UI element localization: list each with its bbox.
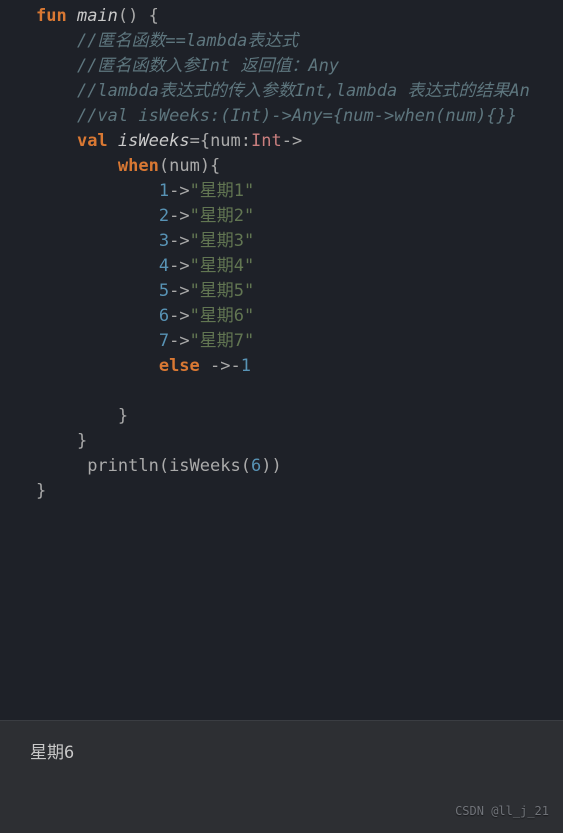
code-line: else ->-1 [0, 354, 563, 379]
code-line: println(isWeeks(6)) [0, 454, 563, 479]
code-line: when(num){ [0, 154, 563, 179]
code-comment: //val isWeeks:(Int)->Any={num->when(num)… [0, 104, 563, 129]
code-comment: //lambda表达式的传入参数Int,lambda 表达式的结果An [0, 79, 563, 104]
code-line: } [0, 429, 563, 454]
code-line: val isWeeks={num:Int-> [0, 129, 563, 154]
code-comment: //匿名函数入参Int 返回值：Any [0, 54, 563, 79]
code-line: 1->"星期1" [0, 179, 563, 204]
code-line: 7->"星期7" [0, 329, 563, 354]
code-line: 2->"星期2" [0, 204, 563, 229]
code-editor[interactable]: fun main() { //匿名函数==lambda表达式 //匿名函数入参I… [0, 0, 563, 720]
code-line: fun main() { [0, 4, 563, 29]
output-panel: 星期6 CSDN @ll_j_21 [0, 720, 563, 833]
code-line: 4->"星期4" [0, 254, 563, 279]
code-comment: //匿名函数==lambda表达式 [0, 29, 563, 54]
code-line: 6->"星期6" [0, 304, 563, 329]
code-line: } [0, 479, 563, 504]
code-blank [0, 379, 563, 404]
watermark: CSDN @ll_j_21 [455, 803, 549, 821]
code-line: 5->"星期5" [0, 279, 563, 304]
code-line: } [0, 404, 563, 429]
console-output: 星期6 [30, 741, 563, 766]
code-line: 3->"星期3" [0, 229, 563, 254]
